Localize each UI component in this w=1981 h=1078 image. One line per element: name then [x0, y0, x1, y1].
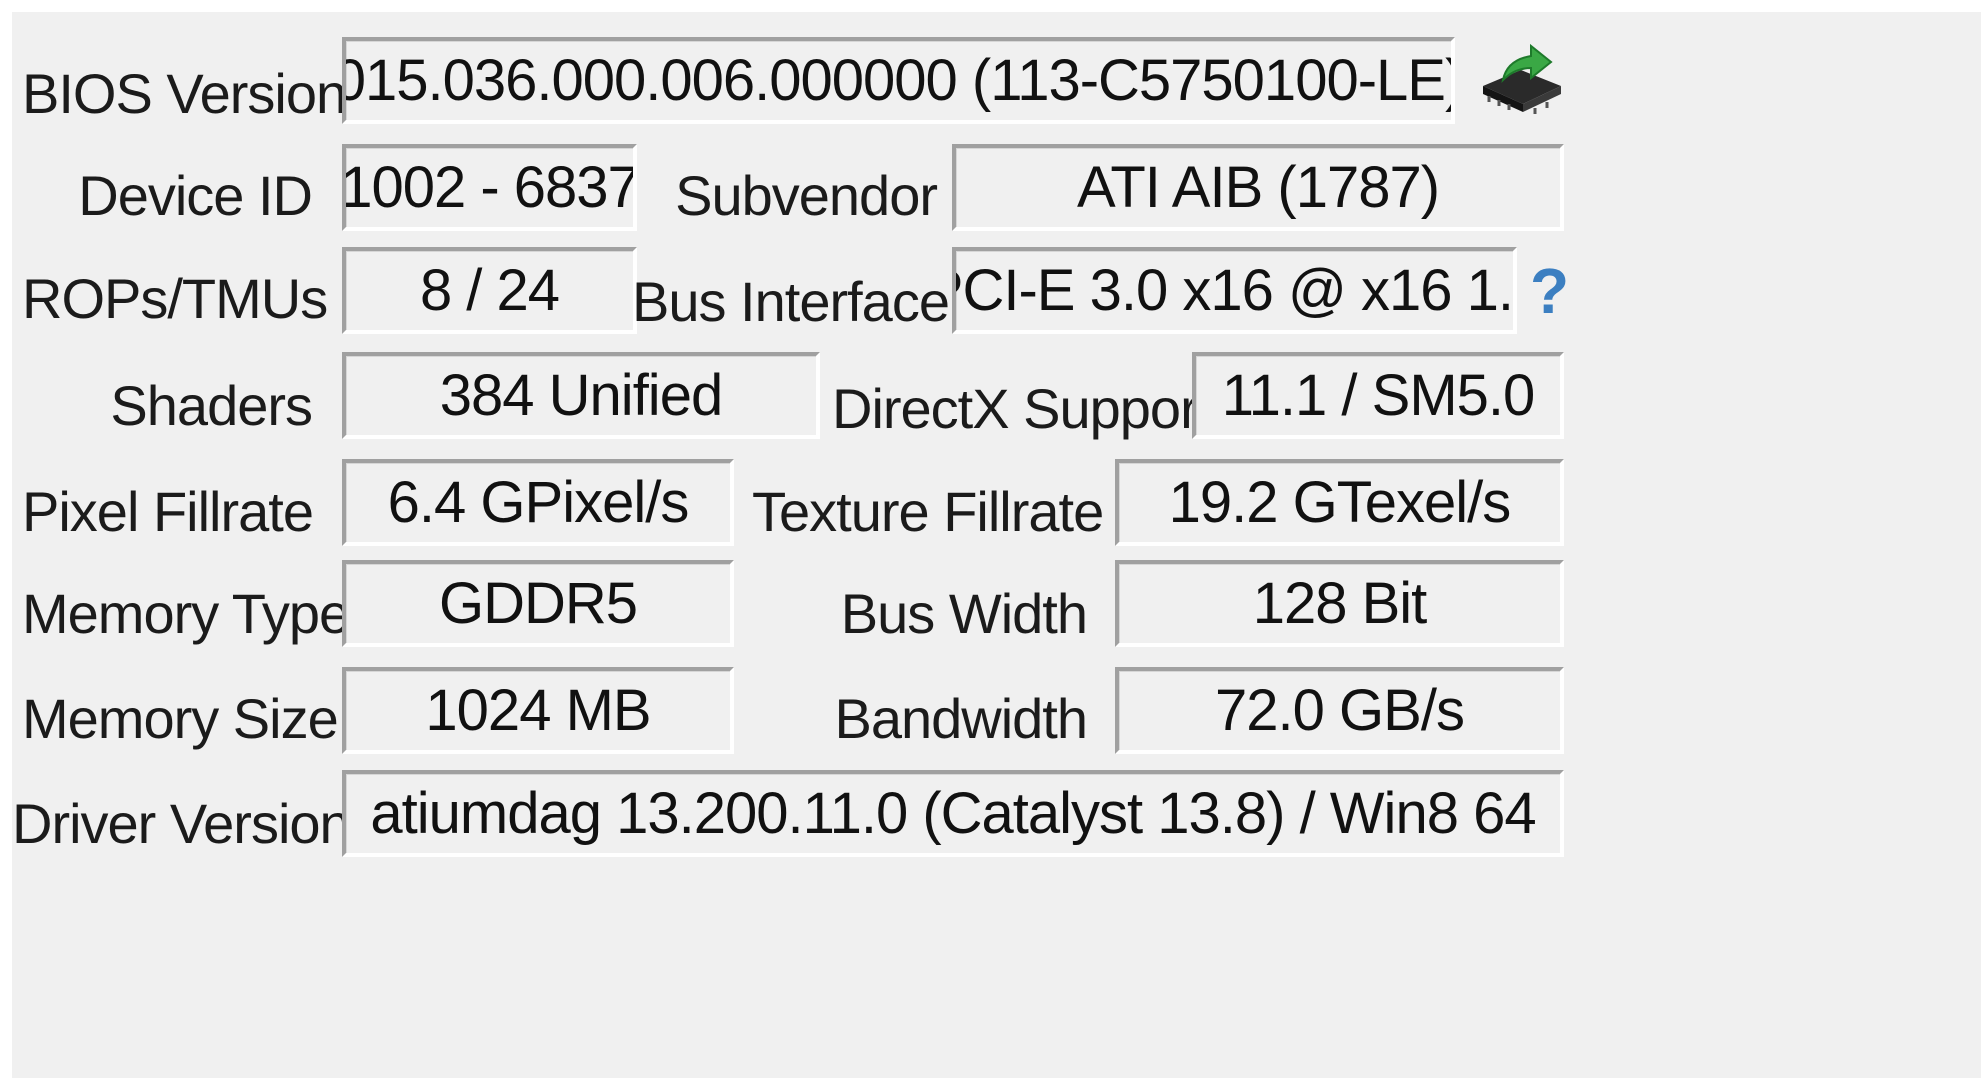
device-id-field[interactable]: 1002 - 6837	[342, 144, 637, 231]
chip-save-icon[interactable]	[1477, 40, 1567, 120]
memory-size-field[interactable]: 1024 MB	[342, 667, 734, 754]
question-mark-icon[interactable]: ?	[1530, 259, 1570, 323]
pixel-fillrate-field[interactable]: 6.4 GPixel/s	[342, 459, 734, 546]
directx-support-field[interactable]: 11.1 / SM5.0	[1192, 352, 1564, 439]
directx-support-label: DirectX Support	[832, 377, 1213, 440]
bus-width-label: Bus Width	[840, 582, 1088, 645]
memory-size-label: Memory Size	[22, 687, 339, 750]
shaders-field[interactable]: 384 Unified	[342, 352, 820, 439]
bios-version-label: BIOS Version	[22, 62, 347, 125]
bandwidth-label: Bandwidth	[834, 687, 1088, 750]
texture-fillrate-label: Texture Fillrate	[752, 480, 1104, 543]
subvendor-field[interactable]: ATI AIB (1787)	[952, 144, 1564, 231]
bus-interface-label: Bus Interface	[632, 270, 950, 333]
driver-version-field[interactable]: atiumdag 13.200.11.0 (Catalyst 13.8) / W…	[342, 770, 1564, 857]
memory-type-field[interactable]: GDDR5	[342, 560, 734, 647]
bus-interface-field[interactable]: PCI-E 3.0 x16 @ x16 1.1	[952, 247, 1517, 334]
bandwidth-field[interactable]: 72.0 GB/s	[1115, 667, 1564, 754]
subvendor-label: Subvendor	[675, 164, 938, 227]
memory-type-label: Memory Type	[22, 582, 350, 645]
bios-version-field[interactable]: 015.036.000.006.000000 (113-C5750100-LE)	[342, 37, 1455, 124]
driver-version-label: Driver Version	[12, 792, 351, 855]
rops-tmus-label: ROPs/TMUs	[22, 267, 328, 330]
shaders-label: Shaders	[110, 374, 313, 437]
gpu-info-panel: BIOS Version 015.036.000.006.000000 (113…	[12, 12, 1981, 1078]
bus-width-field[interactable]: 128 Bit	[1115, 560, 1564, 647]
device-id-label: Device ID	[78, 164, 313, 227]
pixel-fillrate-label: Pixel Fillrate	[22, 480, 314, 543]
texture-fillrate-field[interactable]: 19.2 GTexel/s	[1115, 459, 1564, 546]
rops-tmus-field[interactable]: 8 / 24	[342, 247, 637, 334]
